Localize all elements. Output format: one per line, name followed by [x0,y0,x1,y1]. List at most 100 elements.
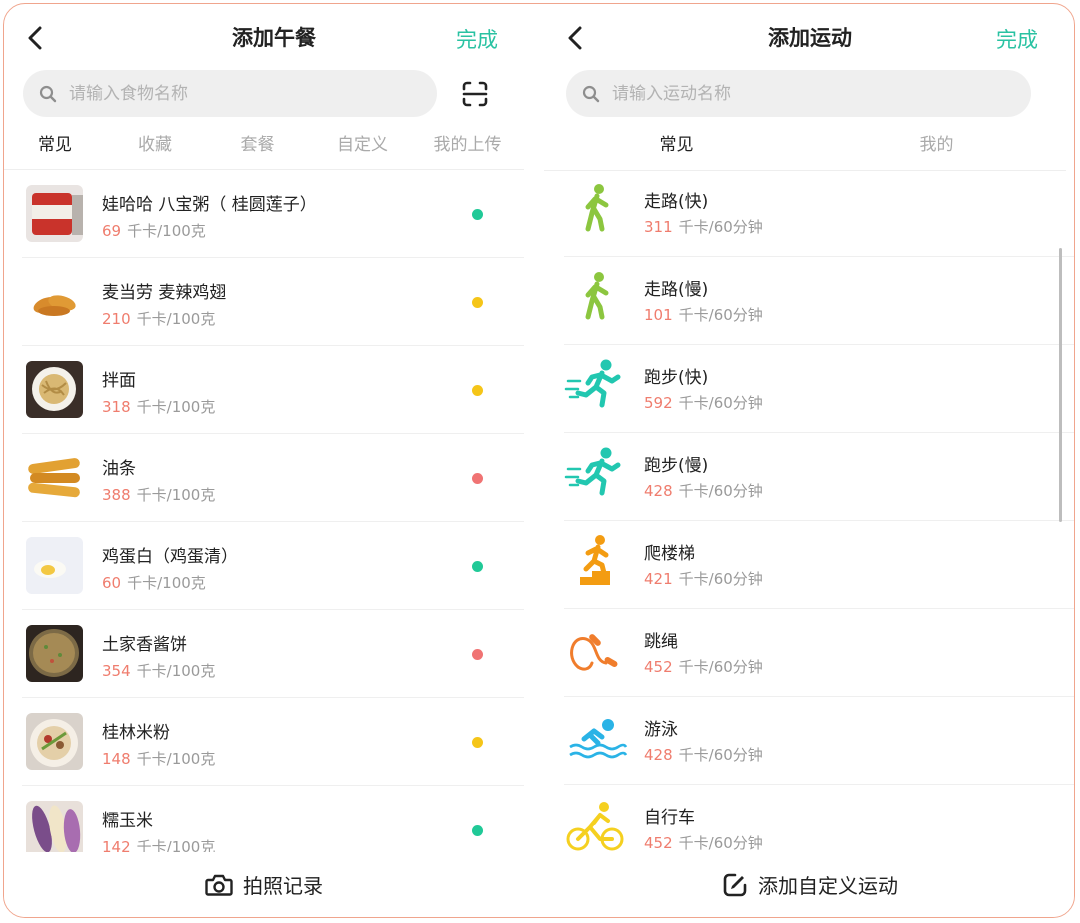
photo-record-label: 拍照记录 [243,874,323,898]
header: 添加午餐 完成 [4,4,544,72]
scan-button[interactable] [461,80,489,108]
food-thumbnail [26,537,83,594]
health-indicator-dot [472,737,483,748]
food-item[interactable]: 油条 388 千卡/100克 [4,434,524,522]
exercise-item[interactable]: 跳绳 452 千卡/60分钟 [544,609,1074,697]
health-indicator-dot [472,561,483,572]
food-name: 糯玉米 [102,811,153,831]
food-item[interactable]: 鸡蛋白（鸡蛋清） 60 千卡/100克 [4,522,524,610]
tab-mine[interactable]: 我的 [809,130,1064,166]
food-tabs: 常见 收藏 套餐 自定义 我的上传 [20,130,520,166]
tab-my-uploads[interactable]: 我的上传 [430,130,505,166]
tab-custom[interactable]: 自定义 [295,130,430,166]
walking-icon [585,184,609,232]
search-icon [582,85,600,103]
food-name: 桂林米粉 [102,723,170,743]
exercise-item[interactable]: 自行车 452 千卡/60分钟 [544,785,1074,855]
food-item[interactable]: 拌面 318 千卡/100克 [4,346,524,434]
exercise-tabs: 常见 我的 [544,130,1074,166]
health-indicator-dot [472,473,483,484]
food-search-input[interactable] [67,82,371,105]
exercise-item[interactable]: 跑步(快) 592 千卡/60分钟 [544,345,1074,433]
tab-combo[interactable]: 套餐 [220,130,295,166]
exercise-calories: 428 千卡/60分钟 [644,482,763,500]
food-calories: 210 千卡/100克 [102,310,216,328]
food-name: 鸡蛋白（鸡蛋清） [102,547,238,567]
add-lunch-screen: 添加午餐 完成 常见 收藏 套餐 自定义 我的上传 [4,4,544,917]
food-thumbnail [26,625,83,682]
running-icon [564,359,621,408]
exercise-item[interactable]: 跑步(慢) 428 千卡/60分钟 [544,433,1074,521]
food-calories: 388 千卡/100克 [102,486,216,504]
add-custom-exercise-label: 添加自定义运动 [758,874,898,898]
edit-icon [723,873,747,896]
exercise-name: 游泳 [644,720,678,740]
food-item[interactable]: 糯玉米 142 千卡/100克 [4,786,524,858]
health-indicator-dot [472,209,483,220]
exercise-list: 走路(快) 311 千卡/60分钟 走路(慢) 101 千卡/60分钟 跑步(快… [544,169,1074,855]
food-item[interactable]: 桂林米粉 148 千卡/100克 [4,698,524,786]
exercise-item[interactable]: 走路(快) 311 千卡/60分钟 [544,169,1074,257]
walking-icon [585,272,609,320]
health-indicator-dot [472,649,483,660]
food-thumbnail [26,449,83,506]
exercise-item[interactable]: 走路(慢) 101 千卡/60分钟 [544,257,1074,345]
food-thumbnail [26,713,83,770]
exercise-name: 跑步(快) [644,368,709,388]
running-icon [564,447,621,496]
done-button[interactable]: 完成 [996,24,1038,54]
tab-common[interactable]: 常见 [20,130,90,166]
food-name: 油条 [102,459,136,479]
food-name: 娃哈哈 八宝粥（ 桂圆莲子） [102,195,317,215]
add-custom-exercise-button[interactable]: 添加自定义运动 [544,852,1074,917]
exercise-calories: 592 千卡/60分钟 [644,394,763,412]
health-indicator-dot [472,825,483,836]
exercise-name: 跳绳 [644,632,678,652]
stairs-icon [580,535,610,585]
exercise-item[interactable]: 游泳 428 千卡/60分钟 [544,697,1074,785]
food-thumbnail [26,273,83,330]
exercise-name: 自行车 [644,808,695,828]
exercise-search-input[interactable] [610,82,914,105]
tab-common[interactable]: 常见 [544,130,809,166]
food-calories: 354 千卡/100克 [102,662,216,680]
photo-record-button[interactable]: 拍照记录 [4,852,524,917]
exercise-calories: 452 千卡/60分钟 [644,834,763,852]
food-name: 麦当劳 麦辣鸡翅 [102,283,227,303]
list-scrollbar[interactable] [1059,248,1062,522]
scan-icon [462,81,488,107]
food-name: 拌面 [102,371,136,391]
exercise-name: 爬楼梯 [644,544,695,564]
food-calories: 148 千卡/100克 [102,750,216,768]
food-calories: 318 千卡/100克 [102,398,216,416]
food-name: 土家香酱饼 [102,635,187,655]
exercise-name: 走路(快) [644,192,709,212]
food-thumbnail [26,185,83,242]
food-item[interactable]: 土家香酱饼 354 千卡/100克 [4,610,524,698]
food-item[interactable]: 麦当劳 麦辣鸡翅 210 千卡/100克 [4,258,524,346]
food-list: 娃哈哈 八宝粥（ 桂圆莲子） 69 千卡/100克 麦当劳 麦辣鸡翅 210 千卡/… [4,170,524,858]
food-calories: 69 千卡/100克 [102,222,206,240]
done-button[interactable]: 完成 [456,24,498,54]
exercise-calories: 311 千卡/60分钟 [644,218,763,236]
food-calories: 60 千卡/100克 [102,574,206,592]
food-search-bar[interactable] [23,70,437,117]
food-item[interactable]: 娃哈哈 八宝粥（ 桂圆莲子） 69 千卡/100克 [4,170,524,258]
exercise-calories: 101 千卡/60分钟 [644,306,763,324]
tab-favorites[interactable]: 收藏 [90,130,220,166]
swimming-icon [569,719,628,759]
jump-rope-icon [570,634,618,671]
food-thumbnail [26,361,83,418]
health-indicator-dot [472,297,483,308]
add-exercise-screen: 添加运动 完成 常见 我的 走路(快) 311千卡/60分钟 [544,4,1074,917]
search-icon [39,85,57,103]
exercise-calories: 428 千卡/60分钟 [644,746,763,764]
exercise-search-bar[interactable] [566,70,1031,117]
exercise-item[interactable]: 爬楼梯 421 千卡/60分钟 [544,521,1074,609]
exercise-name: 跑步(慢) [644,456,709,476]
header: 添加运动 完成 [544,4,1074,72]
exercise-name: 走路(慢) [644,280,709,300]
exercise-calories: 421 千卡/60分钟 [644,570,763,588]
health-indicator-dot [472,385,483,396]
cycling-icon [566,802,624,851]
